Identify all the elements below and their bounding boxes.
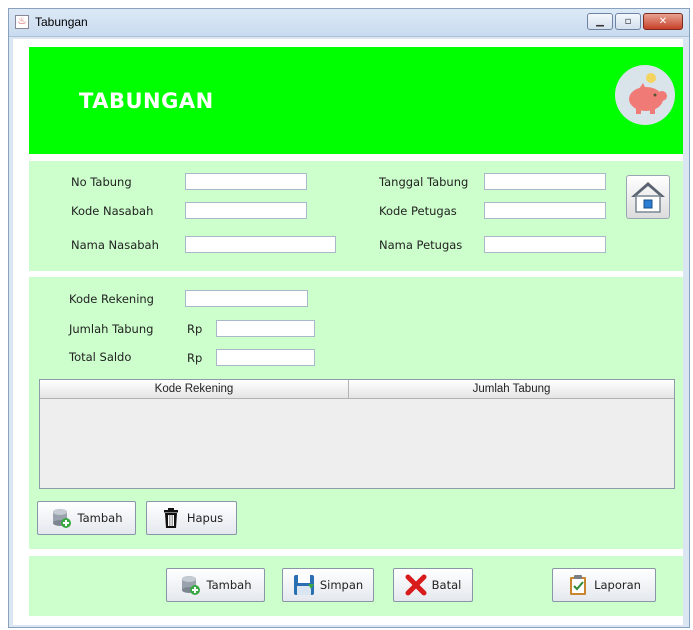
tabungan-table[interactable]: Kode Rekening Jumlah Tabung — [39, 379, 675, 489]
total-saldo-currency: Rp — [187, 351, 203, 365]
batal-button[interactable]: Batal — [393, 568, 473, 602]
close-button[interactable]: ✕ — [643, 13, 683, 30]
java-app-icon: ♨ — [15, 15, 29, 29]
database-add-icon — [179, 574, 201, 596]
total-saldo-label: Total Saldo — [69, 350, 132, 364]
page-title: TABUNGAN — [79, 89, 214, 113]
jumlah-tabung-label: Jumlah Tabung — [69, 322, 154, 336]
tanggal-tabung-input[interactable] — [484, 173, 606, 190]
home-button[interactable] — [626, 175, 670, 219]
main-content: TABUNGAN No Tabung Kode Nasabah Nama Nas… — [13, 39, 683, 625]
nama-nasabah-input[interactable] — [185, 236, 336, 253]
maximize-button[interactable]: ▫ — [615, 13, 641, 30]
kode-petugas-input[interactable] — [484, 202, 606, 219]
no-tabung-input[interactable] — [185, 173, 307, 190]
no-tabung-label: No Tabung — [71, 175, 132, 189]
kode-rekening-input[interactable] — [185, 290, 308, 307]
minimize-icon: ▁ — [596, 16, 604, 27]
maximize-icon: ▫ — [624, 16, 632, 27]
cancel-x-icon — [405, 574, 427, 596]
batal-label: Batal — [431, 578, 462, 592]
column-header-jumlah-tabung[interactable]: Jumlah Tabung — [349, 380, 674, 399]
kode-nasabah-input[interactable] — [185, 202, 307, 219]
jumlah-tabung-input[interactable] — [216, 320, 315, 337]
tambah-button[interactable]: Tambah — [166, 568, 265, 602]
trash-icon — [160, 507, 182, 529]
detail-panel: Kode Rekening Jumlah Tabung Rp Total Sal… — [29, 277, 683, 549]
total-saldo-input[interactable] — [216, 349, 315, 366]
simpan-button[interactable]: Simpan — [282, 568, 374, 602]
detail-hapus-label: Hapus — [186, 511, 224, 525]
close-icon: ✕ — [658, 16, 668, 27]
header-banner: TABUNGAN — [29, 47, 683, 154]
kode-nasabah-label: Kode Nasabah — [71, 204, 154, 218]
save-disk-icon — [293, 574, 315, 596]
form-panel-top: No Tabung Kode Nasabah Nama Nasabah Tang… — [29, 161, 683, 271]
laporan-label: Laporan — [594, 578, 641, 592]
detail-tambah-button[interactable]: Tambah — [37, 501, 136, 535]
title-bar[interactable]: ♨ Tabungan ▁ ▫ ✕ — [9, 9, 689, 37]
database-add-icon — [50, 507, 72, 529]
laporan-button[interactable]: Laporan — [552, 568, 656, 602]
nama-nasabah-label: Nama Nasabah — [71, 238, 159, 252]
piggy-bank-icon — [615, 65, 675, 125]
detail-hapus-button[interactable]: Hapus — [146, 501, 237, 535]
nama-petugas-label: Nama Petugas — [379, 238, 463, 252]
action-panel: Tambah Simpan Batal Laporan — [29, 556, 683, 616]
kode-rekening-label: Kode Rekening — [69, 292, 154, 306]
nama-petugas-input[interactable] — [484, 236, 606, 253]
tanggal-tabung-label: Tanggal Tabung — [379, 175, 469, 189]
minimize-button[interactable]: ▁ — [587, 13, 613, 30]
app-window: ♨ Tabungan ▁ ▫ ✕ TABUNGAN No Tabung Kode… — [8, 8, 690, 628]
column-header-kode-rekening[interactable]: Kode Rekening — [40, 380, 349, 399]
simpan-label: Simpan — [319, 578, 364, 592]
kode-petugas-label: Kode Petugas — [379, 204, 457, 218]
detail-tambah-label: Tambah — [77, 511, 123, 525]
jumlah-tabung-currency: Rp — [187, 322, 203, 336]
window-title: Tabungan — [35, 15, 88, 29]
report-clipboard-icon — [567, 574, 589, 596]
home-icon — [631, 182, 665, 213]
tambah-label: Tambah — [206, 578, 252, 592]
